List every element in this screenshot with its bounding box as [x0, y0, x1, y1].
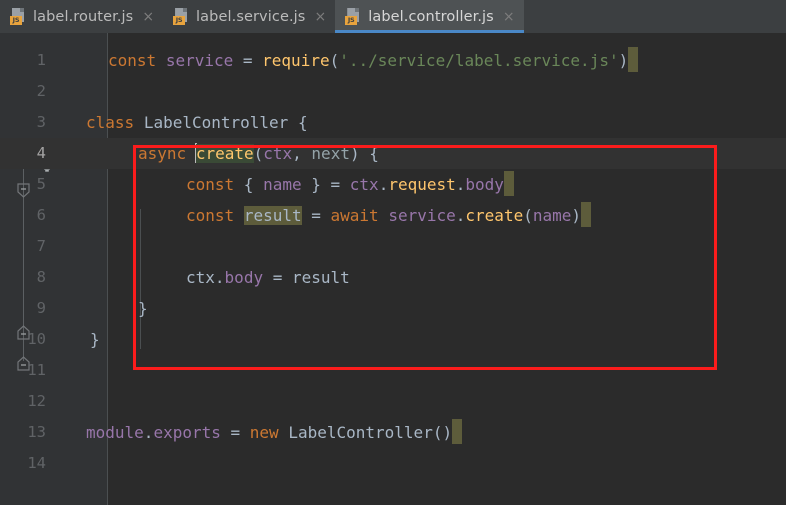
- line-number: 3: [36, 113, 46, 131]
- editor-row[interactable]: 13 module.exports = new LabelController(…: [0, 417, 786, 448]
- line-number: 13: [27, 423, 46, 441]
- trailing-block-marker: [628, 47, 639, 72]
- code-editor[interactable]: 1 const service = require('../service/la…: [0, 33, 786, 505]
- line-number: 7: [36, 237, 46, 255]
- editor-row[interactable]: 3 class LabelController {: [0, 107, 786, 138]
- js-file-icon: JS: [10, 8, 26, 25]
- code-line-8[interactable]: ctx.body = result: [186, 262, 350, 293]
- line-number: 10: [27, 330, 46, 348]
- editor-row[interactable]: 2: [0, 76, 786, 107]
- editor-row[interactable]: 6 const result = await service.create(na…: [0, 200, 786, 231]
- close-icon[interactable]: ×: [314, 10, 326, 24]
- identifier-highlight-create: create: [195, 144, 254, 163]
- line-number: 11: [27, 361, 46, 379]
- line-number: 12: [27, 392, 46, 410]
- js-badge-label: JS: [10, 16, 22, 25]
- tab-title: label.controller.js: [368, 8, 494, 25]
- code-line-9[interactable]: }: [138, 293, 148, 324]
- line-number: 4: [36, 144, 46, 162]
- trailing-block-marker: [503, 171, 514, 196]
- close-icon[interactable]: ×: [142, 10, 154, 24]
- line-number: 5: [36, 175, 46, 193]
- editor-row-current[interactable]: 4 async create(ctx, next) {: [0, 138, 786, 169]
- line-number: 9: [36, 299, 46, 317]
- code-line-4[interactable]: async create(ctx, next) {: [138, 138, 379, 169]
- tab-label-controller-js[interactable]: JS label.controller.js ×: [335, 0, 524, 33]
- editor-row[interactable]: 9 }: [0, 293, 786, 324]
- editor-row[interactable]: 10 }: [0, 324, 786, 355]
- trailing-block-marker: [452, 419, 463, 444]
- js-file-icon: JS: [345, 8, 361, 25]
- code-line-6[interactable]: const result = await service.create(name…: [186, 200, 592, 231]
- editor-row[interactable]: 5 const { name } = ctx.request.body: [0, 169, 786, 200]
- editor-row[interactable]: 8 ctx.body = result: [0, 262, 786, 293]
- line-number: 8: [36, 268, 46, 286]
- js-file-icon: JS: [173, 8, 189, 25]
- editor-row[interactable]: 14: [0, 448, 786, 479]
- editor-row[interactable]: 7: [0, 231, 786, 262]
- trailing-block-marker: [581, 202, 592, 227]
- js-badge-label: JS: [345, 16, 358, 25]
- js-badge-label: JS: [173, 16, 186, 25]
- tab-label-service-js[interactable]: JS label.service.js ×: [163, 0, 335, 33]
- line-number: 6: [36, 206, 46, 224]
- editor-row[interactable]: 1 const service = require('../service/la…: [0, 45, 786, 76]
- code-line-13[interactable]: module.exports = new LabelController(): [86, 417, 463, 448]
- line-number: 14: [27, 454, 46, 472]
- code-line-3[interactable]: class LabelController {: [86, 107, 308, 138]
- editor-tab-bar: JS label.router.js × JS label.service.js…: [0, 0, 786, 33]
- tab-label-router-js[interactable]: JS label.router.js ×: [0, 0, 163, 33]
- write-usage-highlight-result: result: [243, 206, 302, 225]
- tab-title: label.router.js: [33, 8, 134, 25]
- code-line-1[interactable]: const service = require('../service/labe…: [108, 45, 639, 76]
- line-number: 2: [36, 82, 46, 100]
- close-icon[interactable]: ×: [503, 10, 515, 24]
- tab-title: label.service.js: [196, 8, 306, 25]
- line-number: 1: [36, 51, 46, 69]
- code-line-10[interactable]: }: [90, 324, 100, 355]
- editor-row[interactable]: 11: [0, 355, 786, 386]
- code-line-5[interactable]: const { name } = ctx.request.body: [186, 169, 514, 200]
- editor-row[interactable]: 12: [0, 386, 786, 417]
